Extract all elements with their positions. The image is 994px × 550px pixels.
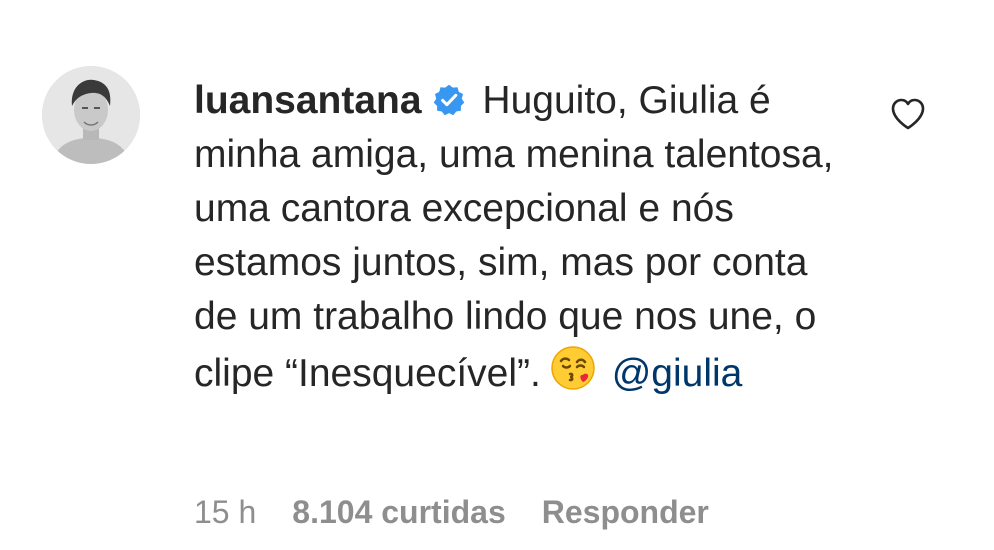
comment-meta: 15 h 8.104 curtidas Responder (194, 492, 709, 532)
avatar[interactable] (42, 66, 140, 164)
face-blowing-kiss-icon (549, 344, 597, 392)
comment-body: luansantana Huguito, Giulia é minha amig… (194, 74, 854, 401)
like-heart-button[interactable] (888, 94, 928, 134)
comment-text: Huguito, Giulia é minha amiga, uma menin… (194, 79, 834, 395)
profile-photo (42, 66, 140, 164)
username[interactable]: luansantana (194, 79, 422, 122)
verified-badge-icon (432, 83, 466, 117)
timestamp: 15 h (194, 494, 257, 530)
reply-button[interactable]: Responder (542, 492, 709, 532)
mention-link[interactable]: @giulia (612, 352, 743, 395)
likes-count-link[interactable]: 8.104 curtidas (292, 492, 505, 532)
heart-outline-icon (891, 98, 925, 130)
